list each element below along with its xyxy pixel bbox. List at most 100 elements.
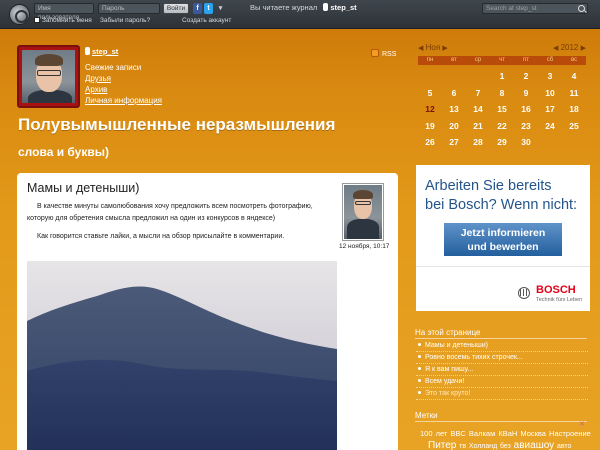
calendar-day[interactable]: 20 [442, 121, 466, 138]
rss-link[interactable]: RSS [371, 49, 396, 58]
on-page-item[interactable]: Это так круто! [416, 388, 588, 400]
calendar-day[interactable]: 23 [514, 121, 538, 138]
calendar-day[interactable]: 8 [490, 88, 514, 105]
calendar-day[interactable]: 11 [562, 88, 586, 105]
userpic[interactable] [17, 45, 80, 108]
tag-link[interactable]: Холланд [469, 443, 497, 450]
calendar-month-label[interactable]: Ноя [426, 43, 441, 52]
calendar-day[interactable]: 17 [538, 104, 562, 121]
on-page-item-label: Мамы и детеныши) [425, 342, 488, 349]
on-page-item[interactable]: Я к вам пишу... [416, 364, 588, 376]
calendar: ◀ Ноя ▶ ◀ 2012 ▶ пн вт ср чт пт сб вс 12345678… [418, 43, 586, 154]
search-icon[interactable] [578, 5, 585, 12]
nav-recent-entries[interactable]: Свежие записи [85, 62, 162, 73]
calendar-day[interactable]: 10 [538, 88, 562, 105]
calendar-day[interactable]: 6 [442, 88, 466, 105]
calendar-day[interactable]: 15 [490, 104, 514, 121]
calendar-day[interactable]: 27 [442, 137, 466, 154]
calendar-day[interactable]: 5 [418, 88, 442, 105]
on-page-item[interactable]: Ровно восемь тихих строчек... [416, 352, 588, 364]
calendar-day[interactable]: 7 [466, 88, 490, 105]
next-month-arrow-icon[interactable]: ▶ [442, 45, 447, 52]
journal-subtitle: слова и буквы) [18, 145, 109, 159]
ad-apply-button[interactable]: Jetzt informieren und bewerben [444, 223, 562, 256]
header-username-link[interactable]: step_st [85, 47, 118, 56]
livejournal-logo-icon[interactable] [9, 4, 30, 25]
on-page-item-label: Всем удачи! [425, 378, 465, 385]
post-title[interactable]: Мамы и детеныши) [27, 181, 139, 195]
bosch-ad[interactable]: Arbeiten Sie bereits bei Bosch? Wenn nic… [416, 165, 590, 311]
journal-user-link[interactable]: step_st [330, 3, 356, 12]
next-year-arrow-icon[interactable]: ▶ [581, 45, 586, 52]
calendar-day[interactable]: 9 [514, 88, 538, 105]
calendar-year: ◀ 2012 ▶ [553, 43, 586, 52]
password-input[interactable]: Пароль [98, 3, 160, 14]
weekday-label: вт [451, 57, 457, 63]
calendar-day[interactable]: 14 [466, 104, 490, 121]
facebook-icon[interactable]: f [193, 3, 202, 14]
ad-headline: Arbeiten Sie bereits bei Bosch? Wenn nic… [425, 177, 577, 215]
calendar-day[interactable]: 1 [490, 71, 514, 88]
ad-button-line: Jetzt informieren [460, 227, 546, 239]
calendar-weekdays: пн вт ср чт пт сб вс [418, 56, 586, 65]
calendar-day[interactable]: 12 [418, 104, 442, 121]
calendar-day[interactable]: 4 [562, 71, 586, 88]
tag-link[interactable]: авиашоу [514, 440, 555, 450]
calendar-day[interactable]: 18 [562, 104, 586, 121]
username-input[interactable]: Имя пользователя [34, 3, 94, 21]
create-account-link[interactable]: Создать аккаунт [182, 17, 231, 24]
on-page-item-label: Ровно восемь тихих строчек... [425, 354, 523, 361]
weekday-label: ср [474, 57, 482, 63]
post-body: В качестве минуты самолюбования хочу пре… [27, 201, 332, 249]
calendar-day[interactable]: 29 [490, 137, 514, 154]
search-placeholder: Search at step_st [486, 5, 537, 12]
search-input[interactable]: Search at step_st [482, 3, 588, 14]
nav-friends[interactable]: Друзья [85, 73, 162, 84]
avatar-photo [344, 185, 382, 239]
post-paragraph: В качестве минуты самолюбования хочу пре… [27, 203, 313, 222]
more-logins-chevron-icon[interactable]: ▾ [216, 3, 225, 14]
post-paragraph: Как говорится ставьте лайки, а мысли на … [37, 233, 285, 240]
nav-archive[interactable]: Архив [85, 84, 162, 95]
calendar-day[interactable]: 2 [514, 71, 538, 88]
user-icon [85, 47, 90, 55]
rss-icon [371, 49, 379, 57]
checkbox-icon[interactable] [34, 17, 40, 23]
close-icon[interactable]: ✕ [579, 420, 585, 428]
prev-year-arrow-icon[interactable]: ◀ [553, 45, 558, 52]
calendar-day[interactable]: 16 [514, 104, 538, 121]
on-page-item[interactable]: Мамы и детеныши) [416, 340, 588, 352]
calendar-day[interactable]: 28 [466, 137, 490, 154]
calendar-nav: ◀ Ноя ▶ ◀ 2012 ▶ [418, 43, 586, 54]
calendar-day[interactable]: 3 [538, 71, 562, 88]
journal-title[interactable]: Полувымышленные неразмышления [18, 115, 335, 135]
login-button[interactable]: Войти [163, 3, 189, 14]
calendar-day[interactable]: 26 [418, 137, 442, 154]
bullet-icon [418, 355, 421, 358]
remember-me-checkbox[interactable]: Запомнить меня [34, 17, 92, 24]
tag-link[interactable]: Питер [428, 440, 456, 450]
prev-month-arrow-icon[interactable]: ◀ [418, 45, 423, 52]
calendar-day[interactable]: 21 [466, 121, 490, 138]
on-page-heading: На этой странице [415, 328, 481, 337]
tag-link[interactable]: авто [557, 443, 571, 450]
on-page-item[interactable]: Всем удачи! [416, 376, 588, 388]
calendar-blank [466, 71, 490, 88]
nav-profile[interactable]: Личная информация [85, 95, 162, 106]
calendar-day[interactable]: 30 [514, 137, 538, 154]
mountain-photo[interactable] [27, 261, 337, 450]
calendar-day[interactable]: 13 [442, 104, 466, 121]
forgot-password-link[interactable]: Забыли пароль? [100, 17, 150, 24]
tag-cloud-row[interactable]: 100 лет BBC Валкам КВаН Москва Настроени… [420, 429, 591, 438]
calendar-day[interactable]: 22 [490, 121, 514, 138]
calendar-day[interactable]: 24 [538, 121, 562, 138]
tag-link[interactable]: без [500, 443, 511, 450]
bullet-icon [418, 391, 421, 394]
tag-link[interactable]: тв [459, 443, 466, 450]
calendar-year-label[interactable]: 2012 [561, 43, 579, 52]
twitter-icon[interactable]: t [204, 3, 213, 14]
section-divider [415, 421, 587, 422]
calendar-day[interactable]: 25 [562, 121, 586, 138]
post-userpic[interactable] [342, 183, 384, 241]
calendar-day[interactable]: 19 [418, 121, 442, 138]
